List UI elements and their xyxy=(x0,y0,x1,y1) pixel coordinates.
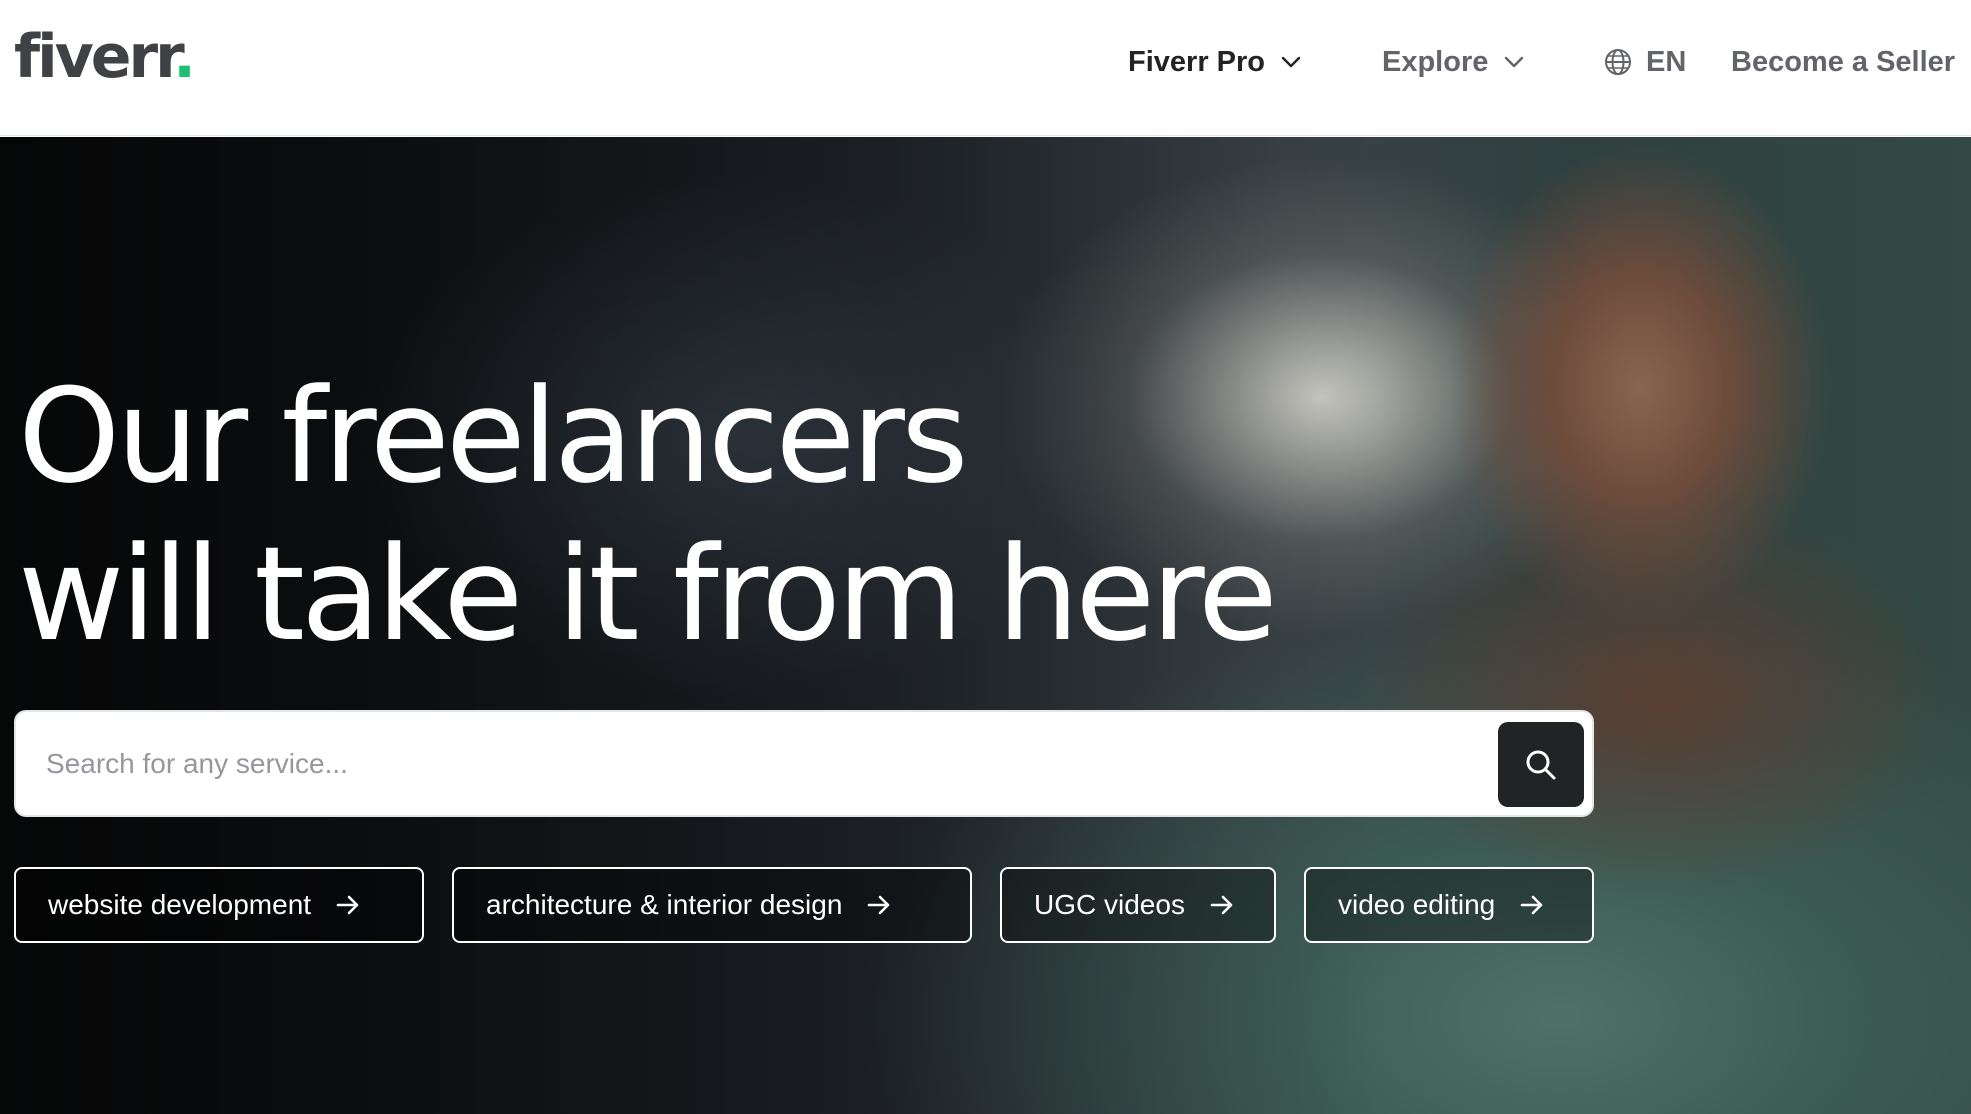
explore-menu[interactable]: Explore xyxy=(1382,40,1526,84)
chevron-down-icon xyxy=(1505,56,1524,68)
explore-label: Explore xyxy=(1382,46,1489,78)
search-bar xyxy=(14,710,1594,817)
fiverr-pro-menu[interactable]: Fiverr Pro xyxy=(1128,40,1303,84)
arrow-right-icon xyxy=(336,895,359,915)
suggestion-label: architecture & interior design xyxy=(486,889,843,920)
suggestion-label: UGC videos xyxy=(1034,889,1185,920)
become-seller-label: Become a Seller xyxy=(1731,46,1956,78)
suggestion-label: website development xyxy=(48,889,312,920)
arrow-right-icon xyxy=(1210,895,1233,915)
chevron-down-icon xyxy=(1281,56,1301,68)
top-navigation: fiverr. Fiverr Pro Explore EN Become a S… xyxy=(0,0,1971,136)
suggestion-label: video editing xyxy=(1338,889,1496,920)
fiverr-logo[interactable]: fiverr. xyxy=(14,22,196,92)
logo-dot: . xyxy=(173,22,196,92)
globe-icon xyxy=(1605,49,1631,75)
suggestion-ugc-videos[interactable]: UGC videos xyxy=(1000,867,1276,943)
logo-text: fiverr xyxy=(14,22,176,92)
language-label: EN xyxy=(1646,46,1687,78)
become-seller-link[interactable]: Become a Seller xyxy=(1731,40,1955,84)
hero-title: Our freelancers will take it from here xyxy=(18,357,1318,673)
arrow-right-icon xyxy=(868,895,890,915)
arrow-right-icon xyxy=(1520,895,1543,915)
search-button[interactable] xyxy=(1498,722,1584,807)
suggestion-video-editing[interactable]: video editing xyxy=(1304,867,1594,943)
language-selector[interactable]: EN xyxy=(1604,40,1686,84)
fiverr-pro-label: Fiverr Pro xyxy=(1128,46,1265,78)
search-input[interactable] xyxy=(46,732,1466,796)
search-icon xyxy=(1526,750,1556,779)
hero-title-line-2: will take it from here xyxy=(18,518,1278,670)
suggestion-architecture-interior-design[interactable]: architecture & interior design xyxy=(452,867,972,943)
hero-title-line-1: Our freelancers xyxy=(18,360,969,512)
hero-section: Our freelancers will take it from here w… xyxy=(0,137,1971,1114)
suggestion-website-development[interactable]: website development xyxy=(14,867,424,943)
